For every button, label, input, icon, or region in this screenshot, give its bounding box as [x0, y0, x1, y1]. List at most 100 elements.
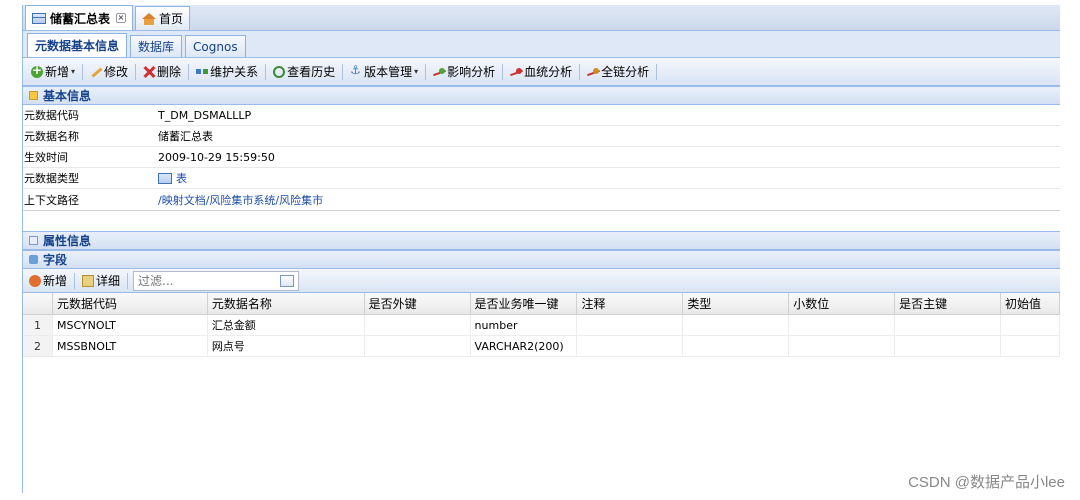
cell-code: MSCYNOLT — [53, 315, 208, 335]
filter-trigger-icon[interactable] — [280, 274, 295, 287]
cell-type — [683, 336, 790, 356]
tab-label: 首页 — [159, 12, 184, 26]
tab-metadata-basic[interactable]: 元数据基本信息 — [27, 33, 128, 57]
row-number: 2 — [23, 336, 53, 356]
toolbar-separator — [127, 272, 129, 289]
context-path-link[interactable]: /映射文档/风险集市系统/风险集市 — [158, 192, 323, 208]
column-header[interactable]: 类型 — [683, 293, 790, 314]
column-header[interactable]: 元数据名称 — [208, 293, 365, 314]
impact-analysis-button[interactable]: 影响分析 — [429, 61, 499, 83]
main-toolbar: 新增▾ 修改 删除 维护关系 查看历史 版本管理▾ 影响分析 血统分析 全链分析 — [23, 58, 1060, 86]
info-value: /映射文档/风险集市系统/风险集市 — [158, 192, 323, 208]
attribute-info-header[interactable]: 属性信息 — [23, 231, 1060, 250]
cell-code: MSSBNOLT — [53, 336, 208, 356]
history-icon — [273, 65, 286, 78]
column-header[interactable]: 是否业务唯一键 — [471, 293, 578, 314]
home-icon — [142, 12, 157, 25]
add-label: 新增 — [43, 274, 68, 288]
lineage-analysis-button[interactable]: 血统分析 — [506, 61, 576, 83]
fields-icon — [29, 255, 38, 264]
pencil-icon — [90, 66, 102, 78]
impact-label: 影响分析 — [447, 65, 496, 79]
tab-database[interactable]: 数据库 — [130, 35, 183, 57]
cell-name: 汇总金额 — [208, 315, 365, 335]
tab-label: 数据库 — [138, 40, 175, 54]
edit-label: 修改 — [104, 65, 129, 79]
metadata-type-link[interactable]: 表 — [176, 170, 187, 186]
cell-comment — [577, 315, 684, 335]
column-header[interactable]: 注释 — [577, 293, 684, 314]
add-icon — [31, 63, 43, 78]
full-chain-analysis-button[interactable]: 全链分析 — [583, 61, 653, 83]
dropdown-arrow-icon: ▾ — [414, 67, 419, 76]
anchor-icon — [350, 63, 362, 78]
info-label: 生效时间 — [24, 151, 68, 164]
main-frame: 储蓄汇总表 × 首页 元数据基本信息 数据库 Cognos 新增▾ 修改 删除 … — [22, 5, 1060, 493]
cell-type — [683, 315, 790, 335]
section-title: 属性信息 — [43, 234, 92, 248]
section-title: 基本信息 — [43, 89, 92, 103]
field-add-button[interactable]: 新增 — [25, 270, 71, 292]
cell-business-key: VARCHAR2(200) — [471, 336, 578, 356]
info-value: 储蓄汇总表 — [158, 130, 213, 143]
add-label: 新增 — [45, 65, 70, 79]
toolbar-separator — [135, 63, 137, 80]
info-value: 表 — [158, 170, 187, 186]
info-row: 元数据类型 表 — [23, 168, 1060, 189]
detail-label: 详细 — [96, 274, 121, 288]
column-header[interactable]: 初始值 — [1001, 293, 1060, 314]
version-label: 版本管理 — [364, 65, 413, 79]
add-button[interactable]: 新增▾ — [27, 61, 79, 83]
sub-tab-strip: 元数据基本信息 数据库 Cognos — [23, 31, 1060, 58]
delete-label: 删除 — [157, 65, 182, 79]
filter-input[interactable] — [138, 273, 269, 288]
table-row[interactable]: 2 MSSBNOLT 网点号 VARCHAR2(200) — [23, 336, 1060, 357]
add-icon — [29, 274, 41, 287]
column-header[interactable]: 是否主键 — [895, 293, 1001, 314]
info-row: 上下文路径 /映射文档/风险集市系统/风险集市 — [23, 189, 1060, 210]
info-value: T_DM_DSMALLLP — [158, 108, 252, 122]
watermark: CSDN @数据产品小lee — [908, 474, 1065, 491]
toolbar-separator — [265, 63, 267, 80]
basic-info-header[interactable]: 基本信息 — [23, 86, 1060, 105]
view-history-button[interactable]: 查看历史 — [269, 61, 339, 83]
cell-primary-key — [895, 336, 1001, 356]
cell-foreign-key — [365, 315, 471, 335]
cell-primary-key — [895, 315, 1001, 335]
detail-icon — [82, 274, 95, 287]
toolbar-separator — [502, 63, 504, 80]
tab-home[interactable]: 首页 — [135, 6, 191, 30]
cell-decimal — [789, 336, 896, 356]
filter-field — [133, 270, 300, 291]
tab-cognos[interactable]: Cognos — [185, 35, 246, 57]
delete-button[interactable]: 删除 — [139, 61, 185, 83]
toolbar-separator — [342, 63, 344, 80]
fields-header[interactable]: 字段 — [23, 250, 1060, 269]
section-icon — [29, 91, 38, 100]
column-header[interactable]: 是否外键 — [365, 293, 471, 314]
toolbar-separator — [579, 63, 581, 80]
edit-button[interactable]: 修改 — [86, 61, 132, 83]
version-management-button[interactable]: 版本管理▾ — [346, 61, 422, 83]
lineage-icon — [510, 66, 523, 78]
maintain-relation-button[interactable]: 维护关系 — [192, 61, 262, 83]
field-detail-button[interactable]: 详细 — [78, 270, 124, 292]
column-header[interactable]: 小数位 — [789, 293, 896, 314]
toolbar-separator — [82, 63, 84, 80]
tab-savings-summary[interactable]: 储蓄汇总表 × — [25, 5, 134, 30]
cell-foreign-key — [365, 336, 471, 356]
table-row[interactable]: 1 MSCYNOLT 汇总金额 number — [23, 315, 1060, 336]
top-tab-strip: 储蓄汇总表 × 首页 — [23, 5, 1060, 31]
column-header[interactable]: 元数据代码 — [53, 293, 208, 314]
tab-label: 元数据基本信息 — [35, 39, 120, 53]
cell-business-key: number — [471, 315, 578, 335]
info-row: 元数据名称 储蓄汇总表 — [23, 126, 1060, 147]
info-row: 生效时间 2009-10-29 15:59:50 — [23, 147, 1060, 168]
cell-initial-value — [1001, 315, 1060, 335]
close-icon[interactable]: × — [116, 13, 127, 23]
field-grid-header: 元数据代码 元数据名称 是否外键 是否业务唯一键 注释 类型 小数位 是否主键 … — [23, 293, 1060, 315]
table-type-icon — [158, 172, 172, 184]
section-title: 字段 — [43, 253, 68, 267]
info-label: 元数据类型 — [24, 172, 79, 185]
cell-comment — [577, 336, 684, 356]
